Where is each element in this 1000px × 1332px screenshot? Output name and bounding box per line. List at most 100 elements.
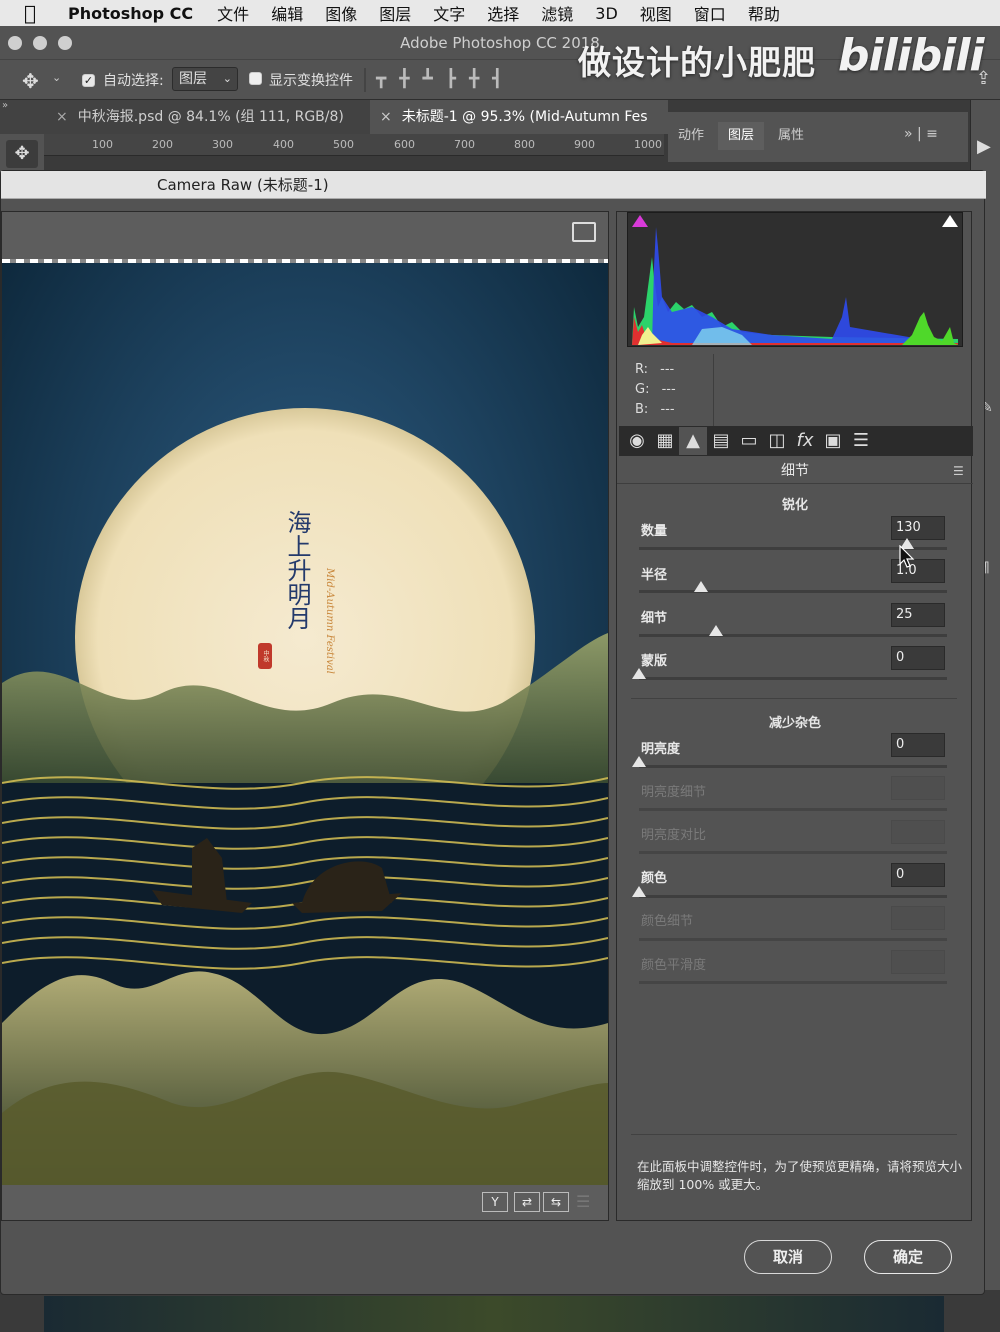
luminance-label: 明亮度 xyxy=(641,742,681,757)
preview-note: 在此面板中调整控件时，为了使预览更精确，请将预览大小缩放到 100% 或更大。 xyxy=(637,1159,963,1192)
effects-icon[interactable]: fx xyxy=(791,427,819,455)
ruler-tick: 700 xyxy=(454,138,475,151)
ruler-tick: 300 xyxy=(212,138,233,151)
panel-expand-icon[interactable]: » | ≡ xyxy=(904,126,938,142)
menu-window[interactable]: 窗口 xyxy=(694,1,726,25)
radius-label: 半径 xyxy=(641,568,668,583)
bilibili-logo: bilibili xyxy=(838,30,984,81)
before-after-y-button[interactable]: Y xyxy=(482,1192,508,1212)
rgb-readout: R: --- G: --- B: --- xyxy=(635,360,715,426)
mouse-cursor-icon xyxy=(899,545,915,568)
apple-icon[interactable]:  xyxy=(24,2,46,24)
ruler-tick: 400 xyxy=(273,138,294,151)
detail-slider[interactable] xyxy=(639,634,947,637)
tab-poster[interactable]: × 中秋海报.psd @ 84.1% (组 111, RGB/8) xyxy=(44,100,370,134)
tone-curve-icon[interactable]: ▦ xyxy=(651,427,679,455)
color-smoothness-input xyxy=(891,950,945,974)
r-value: --- xyxy=(660,362,675,377)
move-tool-button[interactable]: ✥ xyxy=(6,140,38,168)
masking-input[interactable]: 0 xyxy=(891,646,945,670)
horizontal-ruler: 100 200 300 400 500 600 700 800 900 1000 xyxy=(44,134,664,156)
cancel-button[interactable]: 取消 xyxy=(744,1240,832,1274)
detail-input[interactable]: 25 xyxy=(891,603,945,627)
preview-settings-icon[interactable]: ☰ xyxy=(576,1192,590,1211)
close-tab-icon[interactable]: × xyxy=(56,109,68,125)
menu-3d[interactable]: 3D xyxy=(595,4,618,23)
lens-corrections-icon[interactable]: ◫ xyxy=(763,427,791,455)
split-toning-icon[interactable]: ▭ xyxy=(735,427,763,455)
copy-settings-button[interactable]: ⇆ xyxy=(543,1192,569,1212)
presets-icon[interactable]: ☰ xyxy=(847,427,875,455)
poster-seal: 中秋 xyxy=(258,643,272,669)
menu-app-name[interactable]: Photoshop CC xyxy=(68,4,193,23)
detail-panel-icon[interactable]: ▲ xyxy=(679,427,707,455)
show-transform-label: 显示变换控件 xyxy=(269,73,353,89)
slider-thumb[interactable] xyxy=(632,886,646,897)
fullscreen-icon[interactable] xyxy=(572,222,596,242)
menu-edit[interactable]: 编辑 xyxy=(271,1,303,25)
auto-select-dropdown[interactable]: 图层 ⌄ xyxy=(172,67,238,91)
play-icon[interactable]: ▶ xyxy=(977,136,991,157)
move-tool-icon[interactable]: ✥ xyxy=(22,69,39,93)
camera-calibration-icon[interactable]: ▣ xyxy=(819,427,847,455)
watermark-text: 做设计的小肥肥 xyxy=(578,43,816,82)
luminance-contrast-label: 明亮度对比 xyxy=(641,828,707,843)
menu-file[interactable]: 文件 xyxy=(217,1,249,25)
luminance-detail-input xyxy=(891,776,945,800)
swap-button[interactable]: ⇄ xyxy=(514,1192,540,1212)
chevron-down-icon[interactable]: ⌄ xyxy=(52,71,61,84)
tab-untitled[interactable]: × 未标题-1 @ 95.3% (Mid-Autumn Fes xyxy=(370,100,668,134)
noise-reduction-heading: 减少杂色 xyxy=(768,716,821,731)
panel-menu-icon[interactable]: ☰ xyxy=(953,464,964,478)
color-input[interactable]: 0 xyxy=(891,863,945,887)
tab-untitled-label: 未标题-1 @ 95.3% (Mid-Autumn Fes xyxy=(401,109,648,125)
auto-select-checkbox[interactable] xyxy=(82,72,95,88)
close-tab-icon[interactable]: × xyxy=(380,109,392,125)
basic-panel-icon[interactable]: ◉ xyxy=(623,427,651,455)
divider xyxy=(713,354,714,428)
menu-view[interactable]: 视图 xyxy=(640,1,672,25)
b-label: B: xyxy=(635,402,649,417)
share-icon[interactable]: ⇪ xyxy=(976,68,991,89)
hsl-panel-icon[interactable]: ▤ xyxy=(707,427,735,455)
masking-slider[interactable] xyxy=(639,677,947,680)
divider xyxy=(631,1134,957,1135)
menu-type[interactable]: 文字 xyxy=(433,1,465,25)
menu-filter[interactable]: 滤镜 xyxy=(541,1,573,25)
amount-input[interactable]: 130 xyxy=(891,516,945,540)
menu-layer[interactable]: 图层 xyxy=(379,1,411,25)
color-label: 颜色 xyxy=(641,871,668,886)
color-slider[interactable] xyxy=(639,895,947,898)
menu-select[interactable]: 选择 xyxy=(487,1,519,25)
align-icons[interactable]: ┳╋┻┣╋┫ xyxy=(376,69,515,89)
preview-area: 海上升明月 Mid-Autumn Festival 中秋 Y ⇄ ⇆ ☰ xyxy=(1,211,609,1221)
luminance-detail-label: 明亮度细节 xyxy=(641,785,707,800)
tab-layers[interactable]: 图层 xyxy=(718,122,765,150)
auto-select-value: 图层 xyxy=(179,71,207,87)
slider-thumb[interactable] xyxy=(632,756,646,767)
slider-thumb[interactable] xyxy=(709,625,723,636)
radius-slider[interactable] xyxy=(639,590,947,593)
poster-subtitle: Mid-Autumn Festival xyxy=(324,568,335,674)
g-value: --- xyxy=(661,382,676,397)
tab-properties[interactable]: 属性 xyxy=(768,122,814,150)
ruler-tick: 800 xyxy=(514,138,535,151)
ok-button[interactable]: 确定 xyxy=(864,1240,952,1274)
slider-thumb[interactable] xyxy=(632,668,646,679)
luminance-contrast-slider xyxy=(639,851,947,854)
histogram-graph xyxy=(632,227,958,345)
poster-image xyxy=(2,263,608,1185)
slider-thumb[interactable] xyxy=(693,581,708,592)
luminance-input[interactable]: 0 xyxy=(891,733,945,757)
show-transform-checkbox[interactable] xyxy=(249,72,262,89)
panel-title-text: 细节 xyxy=(781,463,809,479)
luminance-slider[interactable] xyxy=(639,765,947,768)
dialog-title: Camera Raw (未标题-1) xyxy=(1,171,986,199)
color-detail-slider xyxy=(639,938,947,941)
menu-help[interactable]: 帮助 xyxy=(748,1,780,25)
collapse-icon[interactable]: » xyxy=(2,100,8,111)
menu-image[interactable]: 图像 xyxy=(325,1,357,25)
tab-actions[interactable]: 动作 xyxy=(668,122,714,150)
color-smoothness-label: 颜色平滑度 xyxy=(641,958,707,973)
toolbar-left: ✥ xyxy=(0,134,44,174)
